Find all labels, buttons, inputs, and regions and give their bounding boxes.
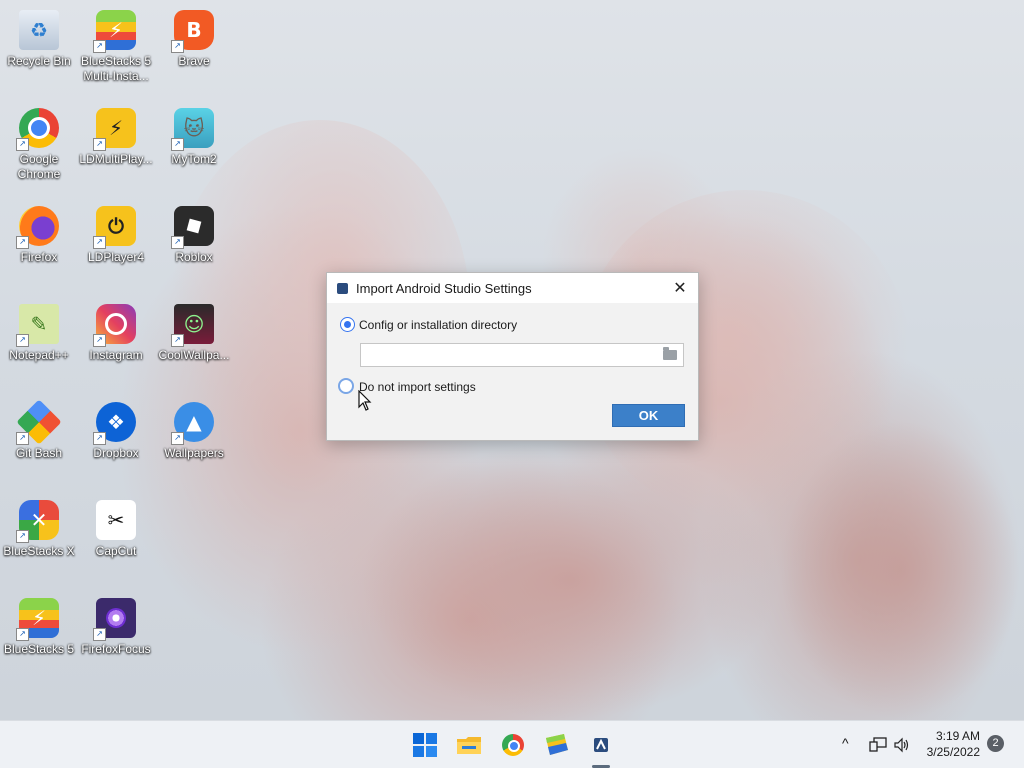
desktop-icon-brave[interactable]: B ↗ Brave bbox=[155, 4, 233, 100]
desktop-icon-bluestacks-multi[interactable]: ⚡ ↗ BlueStacks 5 Multi-Insta... bbox=[77, 4, 155, 100]
desktop-icon-ldplayer4[interactable]: ⏻ ↗ LDPlayer4 bbox=[77, 200, 155, 296]
desktop-icon-mytom2[interactable]: 🐱 ↗ MyTom2 bbox=[155, 102, 233, 198]
start-icon[interactable] bbox=[410, 730, 440, 760]
shortcut-arrow-icon: ↗ bbox=[16, 628, 29, 641]
dialog-titlebar[interactable]: Import Android Studio Settings ✕ bbox=[327, 273, 698, 303]
shortcut-arrow-icon: ↗ bbox=[93, 236, 106, 249]
shortcut-arrow-icon: ↗ bbox=[93, 40, 106, 53]
folder-browse-icon[interactable] bbox=[663, 347, 677, 360]
shortcut-arrow-icon: ↗ bbox=[93, 628, 106, 641]
dialog-title: Import Android Studio Settings bbox=[356, 281, 532, 296]
radio-do-not-import[interactable] bbox=[338, 378, 354, 394]
mouse-cursor-icon bbox=[358, 390, 372, 411]
desktop-icon-git-bash[interactable]: ↗ Git Bash bbox=[0, 396, 78, 492]
desktop-icon-wallpapers[interactable]: ▲ ↗ Wallpapers bbox=[155, 396, 233, 492]
import-settings-dialog: Import Android Studio Settings ✕ Config … bbox=[326, 272, 699, 441]
wallpaper-petal bbox=[360, 440, 780, 720]
desktop-icon-bluestacks-x[interactable]: ✕ ↗ BlueStacks X bbox=[0, 494, 78, 590]
desktop-icon-instagram[interactable]: ↗ Instagram bbox=[77, 298, 155, 394]
wallpaper-petal bbox=[780, 420, 1020, 720]
config-path-input[interactable] bbox=[360, 343, 684, 367]
network-icon[interactable] bbox=[869, 737, 887, 753]
desktop-icon-firefox[interactable]: ↗ Firefox bbox=[0, 200, 78, 296]
shortcut-arrow-icon: ↗ bbox=[171, 432, 184, 445]
shortcut-arrow-icon: ↗ bbox=[171, 40, 184, 53]
desktop-icon-roblox[interactable]: ↗ Roblox bbox=[155, 200, 233, 296]
shortcut-arrow-icon: ↗ bbox=[171, 138, 184, 151]
clock-time[interactable]: 3:19 AM bbox=[920, 729, 980, 743]
shortcut-arrow-icon: ↗ bbox=[93, 432, 106, 445]
shortcut-arrow-icon: ↗ bbox=[16, 138, 29, 151]
android-studio-icon[interactable] bbox=[586, 730, 616, 760]
bluestacks-icon[interactable] bbox=[542, 730, 572, 760]
option-config-label[interactable]: Config or installation directory bbox=[359, 318, 517, 332]
desktop-icon-coolwallpapers[interactable]: ☺ ↗ CoolWallpa... bbox=[155, 298, 233, 394]
radio-config-directory[interactable] bbox=[340, 317, 355, 332]
volume-icon[interactable] bbox=[893, 737, 911, 753]
file-explorer-icon[interactable] bbox=[454, 730, 484, 760]
shortcut-arrow-icon: ↗ bbox=[93, 334, 106, 347]
desktop-icon-ldmultiplayer[interactable]: ⚡ ↗ LDMultiPlay... bbox=[77, 102, 155, 198]
desktop-icon-recycle-bin[interactable]: ♻ Recycle Bin bbox=[0, 4, 78, 100]
desktop-icon-capcut[interactable]: ✂ CapCut bbox=[77, 494, 155, 590]
option-no-import-label[interactable]: Do not import settings bbox=[359, 380, 476, 394]
desktop-icon-google-chrome[interactable]: ↗ Google Chrome bbox=[0, 102, 78, 198]
close-icon[interactable]: ✕ bbox=[668, 277, 692, 299]
clock-date[interactable]: 3/25/2022 bbox=[910, 745, 980, 759]
taskbar: ^ 3:19 AM 3/25/2022 bbox=[0, 720, 1024, 768]
shortcut-arrow-icon: ↗ bbox=[16, 334, 29, 347]
shortcut-arrow-icon: ↗ bbox=[16, 530, 29, 543]
shortcut-arrow-icon: ↗ bbox=[16, 236, 29, 249]
desktop-icon-dropbox[interactable]: ❖ ↗ Dropbox bbox=[77, 396, 155, 492]
ok-button[interactable]: OK bbox=[612, 404, 685, 427]
desktop-icon-firefox-focus[interactable]: ↗ FirefoxFocus bbox=[77, 592, 155, 688]
recycle-bin-icon: ♻ bbox=[19, 10, 59, 50]
shortcut-arrow-icon: ↗ bbox=[171, 236, 184, 249]
desktop-icon-bluestacks-5[interactable]: ⚡ ↗ BlueStacks 5 bbox=[0, 592, 78, 688]
notification-count-badge[interactable]: 2 bbox=[987, 735, 1004, 752]
shortcut-arrow-icon: ↗ bbox=[16, 432, 29, 445]
android-studio-icon bbox=[337, 283, 348, 294]
chrome-icon[interactable] bbox=[498, 730, 528, 760]
capcut-icon: ✂ bbox=[96, 500, 136, 540]
tray-chevron-icon[interactable]: ^ bbox=[842, 735, 849, 751]
shortcut-arrow-icon: ↗ bbox=[93, 138, 106, 151]
shortcut-arrow-icon: ↗ bbox=[171, 334, 184, 347]
desktop-icon-notepadpp[interactable]: ✎ ↗ Notepad++ bbox=[0, 298, 78, 394]
